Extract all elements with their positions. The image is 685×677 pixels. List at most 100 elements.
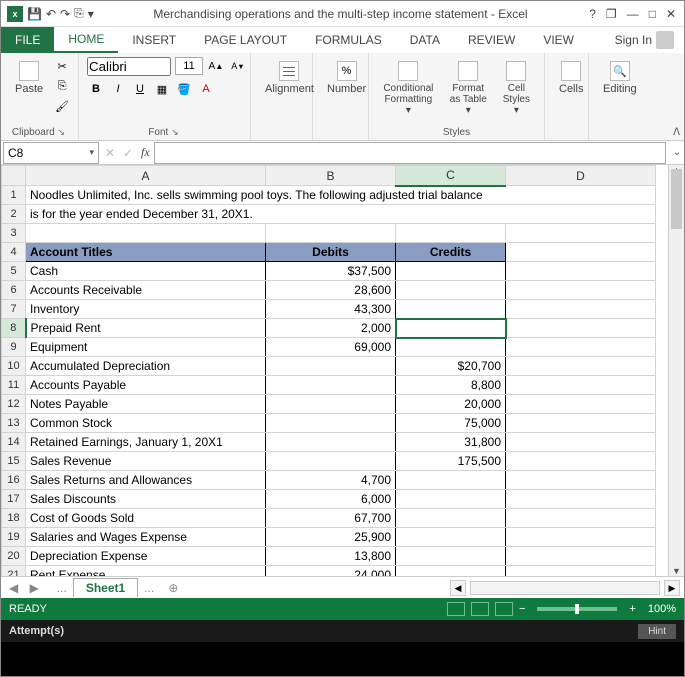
row-header[interactable]: 16 — [2, 471, 26, 490]
row-header[interactable]: 17 — [2, 490, 26, 509]
fill-color-button[interactable]: 🪣 — [175, 80, 193, 98]
save-icon[interactable]: 💾 — [27, 7, 42, 21]
cell[interactable] — [506, 243, 656, 262]
cell[interactable] — [506, 357, 656, 376]
view-page-layout-icon[interactable] — [471, 602, 489, 616]
undo-icon[interactable]: ↶ — [46, 7, 56, 21]
row-header[interactable]: 12 — [2, 395, 26, 414]
row-header[interactable]: 6 — [2, 281, 26, 300]
cell[interactable]: is for the year ended December 31, 20X1. — [26, 205, 656, 224]
cell[interactable]: 2,000 — [266, 319, 396, 338]
format-painter-button[interactable]: 🖌 — [53, 97, 71, 115]
row-header[interactable]: 3 — [2, 224, 26, 243]
font-name-select[interactable] — [87, 57, 171, 76]
cell[interactable]: Notes Payable — [26, 395, 266, 414]
col-header-c[interactable]: C — [396, 166, 506, 186]
cell[interactable]: 8,800 — [396, 376, 506, 395]
redo-icon[interactable]: ↷ — [60, 7, 70, 21]
name-box-dropdown-icon[interactable]: ▾ — [89, 147, 94, 158]
name-box[interactable]: C8 ▾ — [3, 142, 99, 164]
cell[interactable] — [506, 224, 656, 243]
cell[interactable] — [506, 395, 656, 414]
cell[interactable]: Depreciation Expense — [26, 547, 266, 566]
cell[interactable] — [396, 509, 506, 528]
cell[interactable] — [26, 224, 266, 243]
cell[interactable] — [506, 433, 656, 452]
cell[interactable] — [396, 338, 506, 357]
cell[interactable]: Accounts Payable — [26, 376, 266, 395]
tab-data[interactable]: DATA — [396, 27, 454, 53]
cell[interactable]: Inventory — [26, 300, 266, 319]
maximize-icon[interactable]: □ — [649, 7, 656, 21]
cell[interactable]: 25,900 — [266, 528, 396, 547]
cell[interactable]: Sales Discounts — [26, 490, 266, 509]
number-format-button[interactable]: %Number — [321, 57, 372, 99]
cell[interactable] — [266, 395, 396, 414]
row-header[interactable]: 11 — [2, 376, 26, 395]
cut-button[interactable]: ✂ — [53, 57, 71, 75]
row-header[interactable]: 7 — [2, 300, 26, 319]
copy-button[interactable]: ⎘ — [53, 77, 71, 95]
paste-button[interactable]: Paste — [9, 57, 49, 99]
zoom-in-icon[interactable]: + — [629, 603, 635, 615]
cell[interactable] — [396, 566, 506, 577]
formula-input[interactable] — [154, 142, 666, 164]
border-button[interactable]: ▦ — [153, 80, 171, 98]
cell[interactable]: Cost of Goods Sold — [26, 509, 266, 528]
row-header[interactable]: 5 — [2, 262, 26, 281]
cell[interactable]: Cash — [26, 262, 266, 281]
cell[interactable] — [266, 224, 396, 243]
cell[interactable] — [266, 357, 396, 376]
hscroll-left-icon[interactable]: ◀ — [450, 580, 466, 596]
cell[interactable] — [266, 452, 396, 471]
underline-button[interactable]: U — [131, 80, 149, 98]
hscroll-right-icon[interactable]: ▶ — [664, 580, 680, 596]
sheet-nav-icon[interactable]: ◀ ▶ — [1, 581, 51, 595]
format-as-table-button[interactable]: Format as Table ▾ — [444, 57, 493, 120]
col-header-b[interactable]: B — [266, 166, 396, 186]
cell[interactable] — [506, 528, 656, 547]
fx-icon[interactable]: fx — [137, 145, 154, 160]
cell[interactable] — [396, 547, 506, 566]
row-header[interactable]: 2 — [2, 205, 26, 224]
cell[interactable]: Equipment — [26, 338, 266, 357]
cell-styles-button[interactable]: Cell Styles ▾ — [497, 57, 536, 120]
cell[interactable] — [506, 471, 656, 490]
cell[interactable] — [506, 262, 656, 281]
cell[interactable]: Retained Earnings, January 1, 20X1 — [26, 433, 266, 452]
sign-in[interactable]: Sign In — [605, 27, 684, 53]
cell[interactable] — [506, 338, 656, 357]
formula-cancel-icon[interactable]: ✕ — [101, 146, 119, 160]
cell[interactable] — [506, 452, 656, 471]
view-page-break-icon[interactable] — [495, 602, 513, 616]
decrease-font-icon[interactable]: A▼ — [229, 57, 247, 75]
sheet-nav-more-right[interactable]: ... — [138, 581, 160, 595]
cell[interactable]: 6,000 — [266, 490, 396, 509]
cell[interactable] — [506, 376, 656, 395]
cells-button[interactable]: Cells — [553, 57, 589, 99]
cell[interactable]: 67,700 — [266, 509, 396, 528]
worksheet-grid[interactable]: A B C D 1Noodles Unlimited, Inc. sells s… — [1, 165, 668, 576]
cell[interactable] — [506, 300, 656, 319]
minimize-icon[interactable]: — — [627, 7, 639, 21]
cell[interactable]: 175,500 — [396, 452, 506, 471]
help-icon[interactable]: ? — [589, 7, 596, 21]
cell[interactable] — [266, 376, 396, 395]
cell[interactable]: 31,800 — [396, 433, 506, 452]
formula-expand-icon[interactable]: ⌄ — [670, 147, 684, 158]
row-header[interactable]: 19 — [2, 528, 26, 547]
cell[interactable]: Accumulated Depreciation — [26, 357, 266, 376]
increase-font-icon[interactable]: A▲ — [207, 57, 225, 75]
zoom-out-icon[interactable]: − — [519, 603, 525, 615]
cell[interactable] — [396, 319, 506, 338]
touch-mode-icon[interactable]: ⎘ — [74, 6, 84, 21]
view-normal-icon[interactable] — [447, 602, 465, 616]
cell[interactable]: Rent Expense — [26, 566, 266, 577]
close-icon[interactable]: ✕ — [666, 7, 676, 21]
row-header[interactable]: 18 — [2, 509, 26, 528]
zoom-slider[interactable] — [537, 607, 617, 611]
col-header-a[interactable]: A — [26, 166, 266, 186]
cell[interactable]: Sales Revenue — [26, 452, 266, 471]
cell[interactable]: $37,500 — [266, 262, 396, 281]
tab-view[interactable]: VIEW — [529, 27, 588, 53]
